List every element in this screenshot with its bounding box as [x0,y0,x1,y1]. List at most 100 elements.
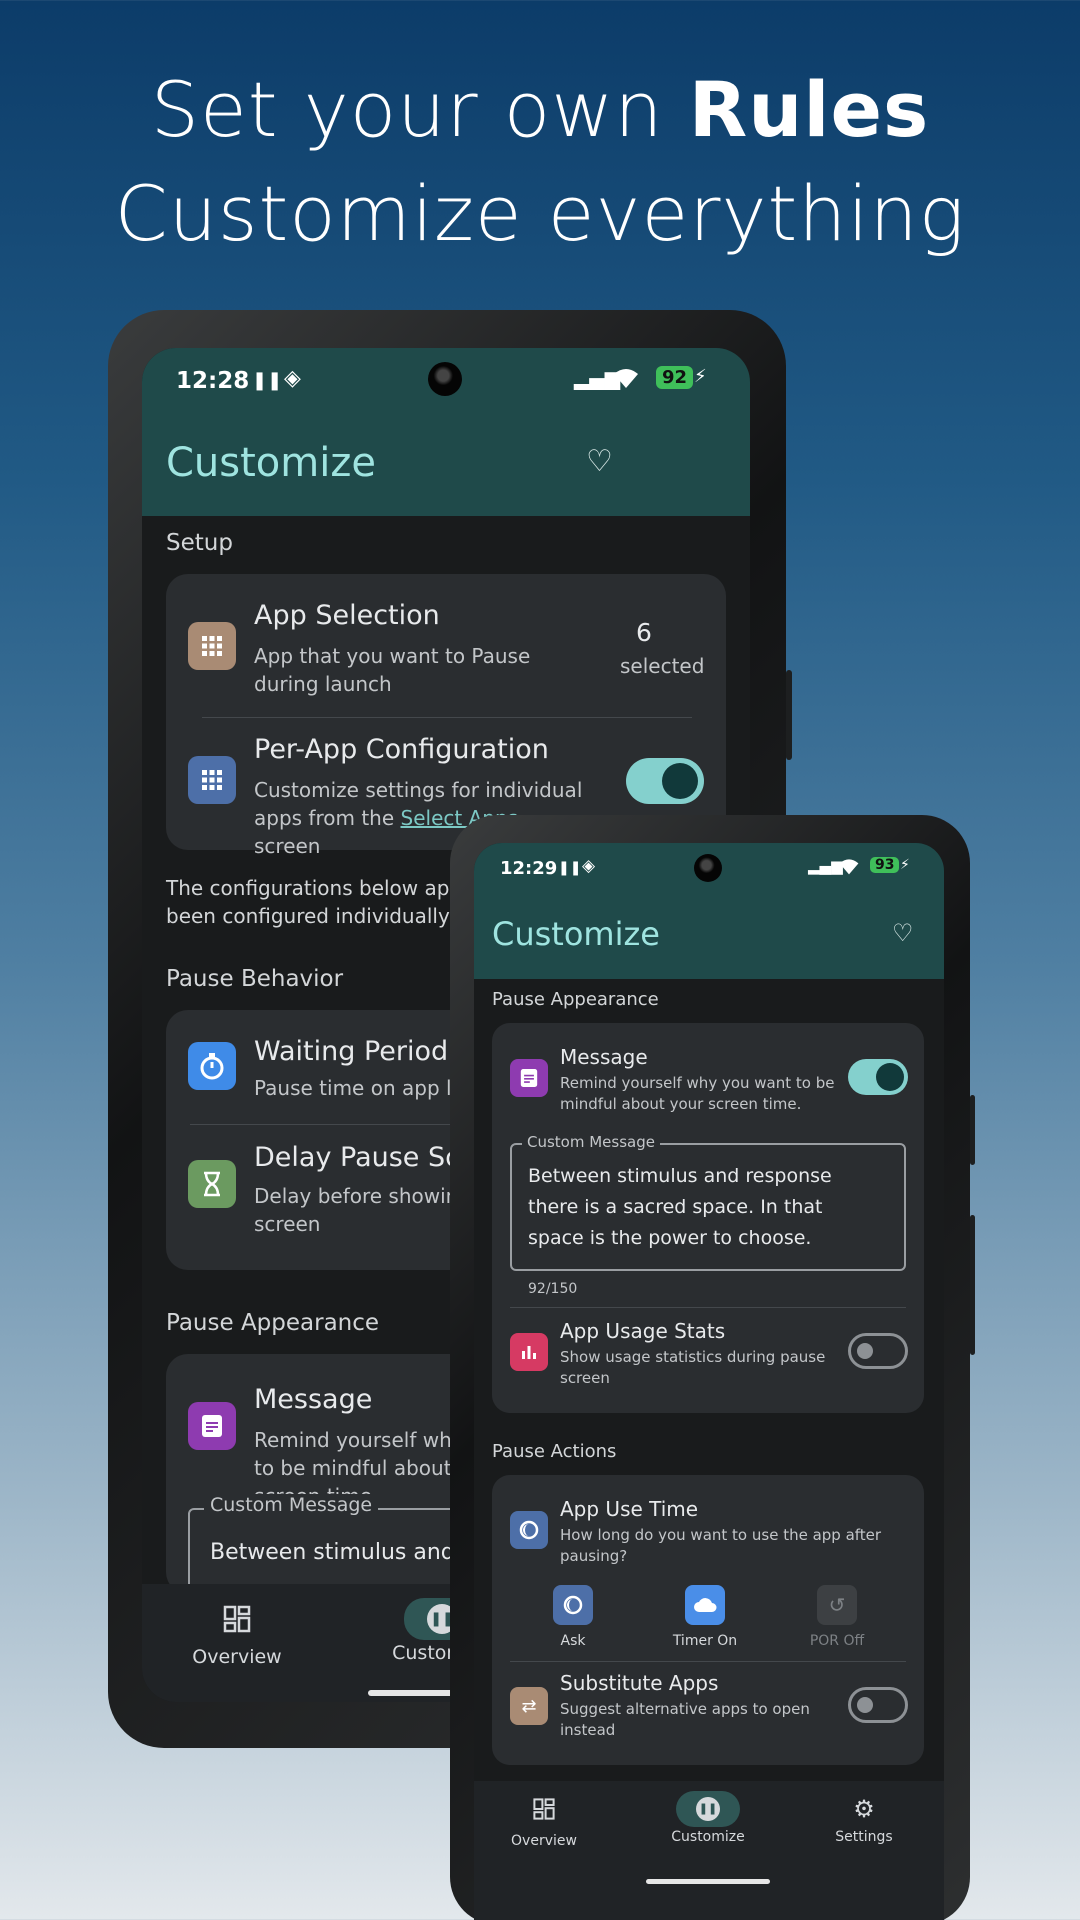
nav-customize-label: Customize [671,1829,745,1845]
message-title[interactable]: Message [254,1384,372,1415]
app-selection-subtitle: App that you want to Pause during launch [254,644,531,696]
top-app-bar: Customize ♡ [142,414,750,516]
page-title: Customize [492,915,660,953]
front-camera [694,854,722,882]
option-por-off-label: POR Off [809,1633,865,1649]
dashboard-icon [533,1798,555,1820]
headline-line-1: Set your own Rules [0,58,1080,162]
swap-icon: ⇄ [510,1687,548,1725]
pause-actions-card: App Use Time How long do you want to use… [492,1475,924,1765]
waiting-period-title[interactable]: Waiting Period [254,1036,448,1067]
section-pause-appearance-header: Pause Appearance [492,989,659,1010]
per-app-title[interactable]: Per-App Configuration [254,734,549,765]
wifi-icon [614,369,638,388]
phone-front: 12:29 ❚❚ ◈ ▂▄▆ 93 ⚡ Customize ♡ Pause Ap… [450,815,975,1920]
app-selection-count: 6 [636,618,652,647]
nav-overview[interactable]: Overview [496,1797,592,1849]
option-timer-on-label: Timer On [672,1633,738,1649]
status-bar: 12:29 ❚❚ ◈ ▂▄▆ 93 ⚡ [474,843,944,895]
option-ask-label: Ask [560,1633,586,1649]
section-setup-header: Setup [166,530,233,556]
volume-button [970,1215,975,1355]
side-button [786,670,792,760]
stopwatch-icon [188,1042,236,1090]
document-icon [188,1402,236,1450]
app-use-time-subtitle: How long do you want to use the app afte… [560,1526,882,1565]
page-title: Customize [166,440,376,486]
divider [202,717,692,718]
moon-icon [510,1511,548,1549]
front-camera [428,362,462,396]
dashboard-icon [223,1605,251,1633]
top-app-bar: Customize ♡ [474,895,944,979]
headline-line-2: Customize everything [114,169,966,258]
headline: Set your own Rules Customize everything [0,58,1080,266]
hourglass-icon [188,1160,236,1208]
per-app-toggle[interactable] [626,758,704,804]
app-usage-stats-title[interactable]: App Usage Stats [560,1319,725,1343]
status-time: 12:29 [500,858,558,879]
nav-overview-label: Overview [511,1833,577,1849]
status-time: 12:28 [176,368,250,394]
divider [510,1307,906,1308]
heart-icon[interactable]: ♡ [892,919,914,947]
app-usage-stats-subtitle: Show usage statistics during pause scree… [560,1348,826,1387]
charging-icon: ⚡ [694,366,707,387]
message-subtitle: Remind yourself why you want to be mindf… [560,1074,835,1113]
option-timer-on[interactable]: Timer On [660,1585,750,1649]
pause-appearance-card: Message Remind yourself why you want to … [492,1023,924,1413]
nav-settings[interactable]: ⚙ Settings [814,1797,914,1845]
home-indicator [646,1879,770,1884]
app-usage-stats-toggle[interactable] [848,1333,908,1369]
undo-icon: ↺ [817,1585,857,1625]
substitute-apps-subtitle: Suggest alternative apps to open instead [560,1700,810,1739]
headline-line-1-bold: Rules [688,65,930,154]
charging-icon: ⚡ [900,857,910,873]
battery-icon: 92 [656,366,694,389]
app-use-time-title[interactable]: App Use Time [560,1497,698,1521]
document-icon [510,1059,548,1097]
app-selection-count-label: selected [620,654,705,678]
substitute-apps-toggle[interactable] [848,1687,908,1723]
section-pause-behavior-header: Pause Behavior [166,966,344,992]
option-por-off[interactable]: ↺ POR Off [792,1585,882,1649]
cloud-icon [685,1585,725,1625]
nav-overview-label: Overview [192,1646,282,1668]
headline-line-1-text: Set your own [150,65,689,154]
app-status-icon: ◈ [284,366,301,391]
side-button [970,1095,975,1165]
nav-overview[interactable]: Overview [182,1604,292,1668]
status-bar: 12:28 ❚❚ ◈ ▂▄▆ 92 ⚡ [142,348,750,414]
custom-message-label: Custom Message [204,1494,379,1516]
character-counter: 92/150 [528,1281,578,1297]
pause-status-icon: ❚❚ [252,370,283,391]
moon-icon [553,1585,593,1625]
custom-message-label: Custom Message [522,1133,660,1151]
pause-icon: ❚❚ [696,1797,720,1821]
phone-front-screen: 12:29 ❚❚ ◈ ▂▄▆ 93 ⚡ Customize ♡ Pause Ap… [474,843,944,1920]
substitute-apps-title[interactable]: Substitute Apps [560,1671,718,1695]
bar-chart-icon [510,1333,548,1371]
section-pause-appearance-header: Pause Appearance [166,1310,380,1336]
app-status-icon: ◈ [582,856,596,876]
pause-status-icon: ❚❚ [558,860,582,876]
custom-message-field[interactable]: Custom Message Between stimulus and resp… [510,1133,906,1271]
option-ask[interactable]: Ask [538,1585,608,1649]
nav-customize[interactable]: ❚❚ Customize [650,1797,766,1845]
message-toggle[interactable] [848,1059,908,1095]
battery-icon: 93 [870,857,900,873]
heart-icon[interactable]: ♡ [586,444,613,479]
message-title[interactable]: Message [560,1045,648,1069]
app-selection-title[interactable]: App Selection [254,600,440,631]
gear-icon: ⚙ [853,1795,875,1823]
grid-icon [188,756,236,804]
divider [510,1661,906,1662]
section-pause-actions-header: Pause Actions [492,1441,617,1462]
nav-settings-label: Settings [835,1829,893,1845]
custom-message-value: Between stimulus and response there is a… [528,1165,832,1249]
wifi-icon [839,859,859,875]
grid-icon [188,622,236,670]
bottom-nav: Overview ❚❚ Customize ⚙ Settings [474,1781,944,1920]
setup-card: App Selection App that you want to Pause… [166,574,726,858]
per-app-subtitle-end: screen [254,834,321,858]
